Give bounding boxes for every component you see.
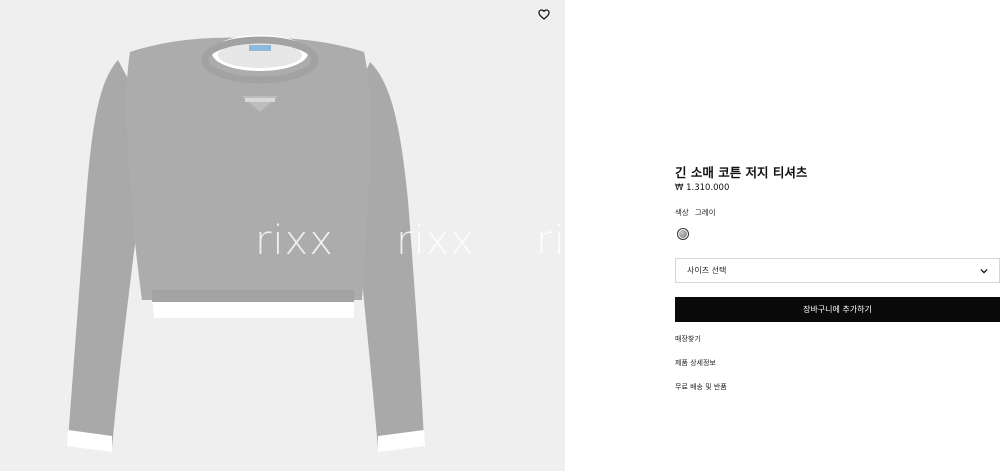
size-select-dropdown[interactable]: 사이즈 선택 [675, 258, 1000, 283]
add-to-cart-button[interactable]: 장바구니에 추가하기 [675, 297, 1000, 322]
product-price: ₩ 1.310.000 [675, 183, 730, 193]
product-details-link[interactable]: 제품 상세정보 [675, 358, 716, 368]
heart-outline-icon [538, 8, 550, 20]
color-swatch-grey[interactable] [677, 228, 689, 240]
product-title: 긴 소매 코튼 저지 티셔츠 [675, 165, 808, 180]
product-image-gallery: rixx rixx rixx [0, 0, 565, 471]
wishlist-button[interactable] [535, 5, 553, 23]
shipping-returns-link[interactable]: 무료 배송 및 반품 [675, 382, 727, 392]
swatch-fill [679, 230, 687, 238]
color-label: 색상 [675, 208, 689, 217]
chevron-down-icon [980, 267, 988, 275]
color-selection-label: 색상 그레이 [675, 207, 716, 218]
product-image [67, 35, 425, 452]
color-value: 그레이 [694, 208, 716, 217]
size-select-label: 사이즈 선택 [687, 266, 727, 275]
product-info-panel: 긴 소매 코튼 저지 티셔츠 ₩ 1.310.000 색상 그레이 사이즈 선택 … [675, 0, 1000, 471]
find-store-link[interactable]: 매장찾기 [675, 334, 701, 344]
